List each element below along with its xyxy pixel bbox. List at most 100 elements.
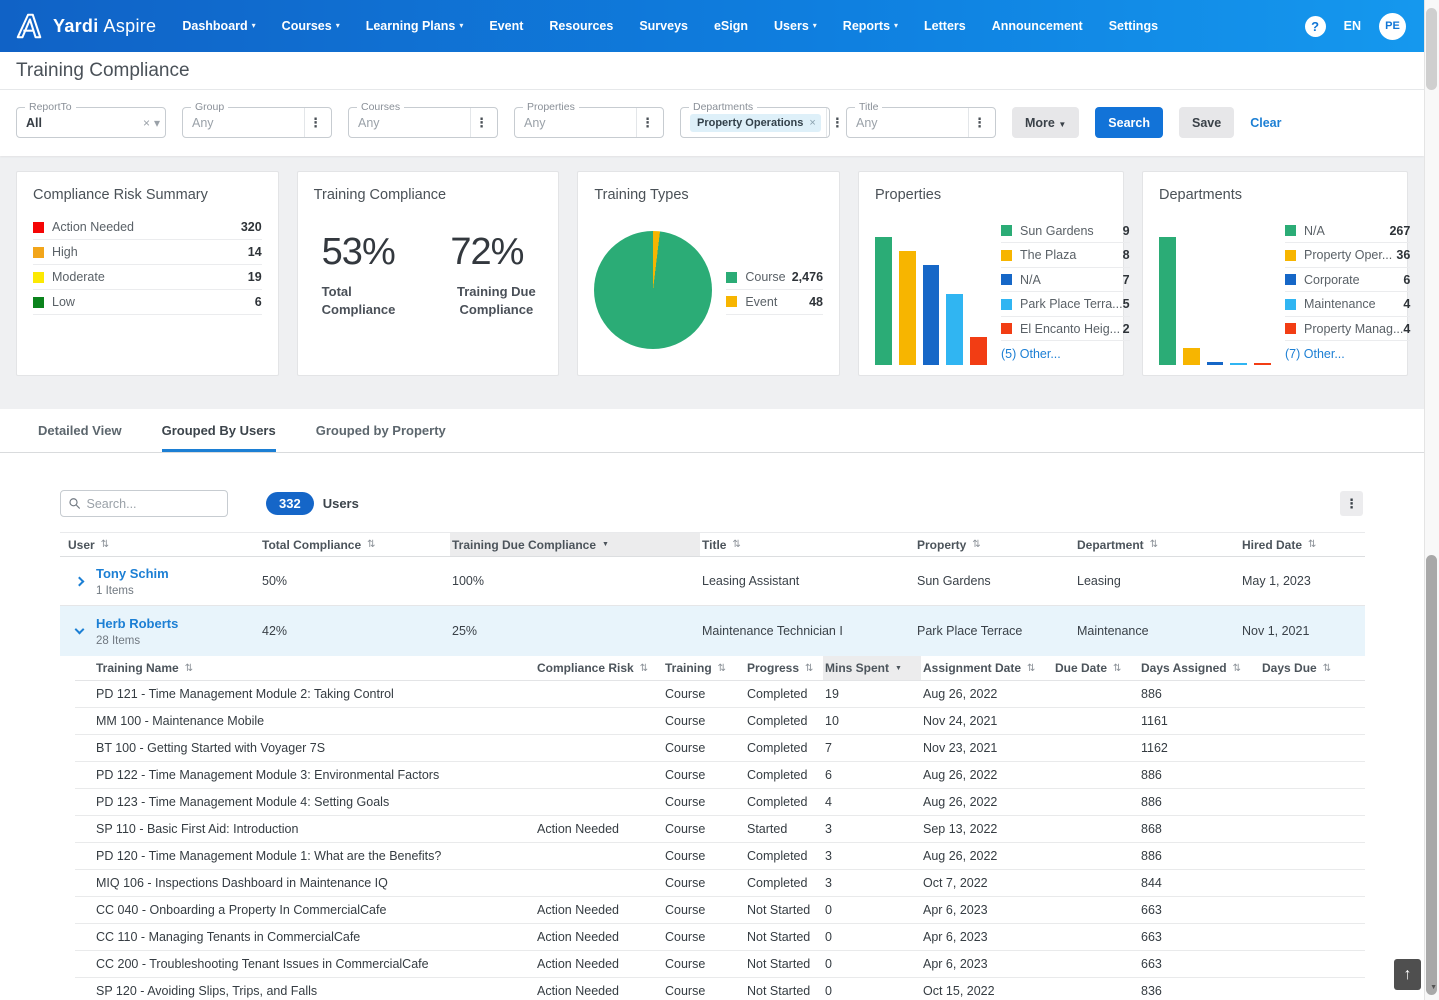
training-name-cell: PD 121 - Time Management Module 2: Takin… (75, 687, 535, 701)
column-header-days-due[interactable]: Days Due⇅ (1260, 656, 1365, 680)
save-button[interactable]: Save (1179, 107, 1234, 138)
user-link[interactable]: Herb Roberts (96, 616, 178, 631)
nav-item-event[interactable]: Event (489, 19, 523, 33)
column-header-compliance-risk[interactable]: Compliance Risk⇅ (535, 656, 663, 680)
column-header-due-date[interactable]: Due Date⇅ (1053, 656, 1139, 680)
nav-item-esign[interactable]: eSign (714, 19, 748, 33)
column-header-training-name[interactable]: Training Name⇅ (75, 656, 535, 680)
column-header-training[interactable]: Training⇅ (663, 656, 745, 680)
filter-field-group[interactable]: GroupAny⋮ (182, 107, 332, 138)
training-type-cell: Course (663, 795, 745, 809)
field-label: Courses (357, 101, 404, 113)
nav-item-users[interactable]: Users▾ (774, 19, 817, 33)
avatar[interactable]: PE (1379, 13, 1406, 40)
column-header-training-due-compliance[interactable]: Training Due Compliance▼ (450, 533, 700, 556)
expand-chevron-icon[interactable] (76, 578, 96, 585)
table-options-kebab-icon[interactable]: ⋮ (1340, 491, 1363, 516)
avatar-initials: PE (1385, 20, 1400, 32)
clear-button[interactable]: Clear (1250, 116, 1281, 130)
nav-item-settings[interactable]: Settings (1109, 19, 1158, 33)
scrollbar-track[interactable]: ▼ (1424, 0, 1439, 1000)
nav-item-reports[interactable]: Reports▾ (843, 19, 898, 33)
kebab-icon[interactable]: ⋮ (968, 108, 990, 137)
column-label: Compliance Risk (537, 661, 634, 675)
table-search[interactable] (60, 490, 228, 517)
progress-cell: Completed (745, 714, 823, 728)
column-header-property[interactable]: Property⇅ (915, 533, 1075, 556)
column-header-progress[interactable]: Progress⇅ (745, 656, 823, 680)
filter-field-courses[interactable]: CoursesAny⋮ (348, 107, 498, 138)
tab-detailed-view[interactable]: Detailed View (38, 423, 122, 452)
kebab-icon[interactable]: ⋮ (470, 108, 492, 137)
column-header-title[interactable]: Title⇅ (700, 533, 915, 556)
language-selector[interactable]: EN (1344, 19, 1361, 33)
user-name-block: Tony Schim1 Items (96, 566, 169, 597)
properties-bar-chart (875, 232, 987, 365)
filter-field-departments[interactable]: DepartmentsProperty Operations×⋮ (680, 107, 830, 138)
risk-label: Moderate (52, 270, 248, 284)
nav-item-announcement[interactable]: Announcement (992, 19, 1083, 33)
nav-item-letters[interactable]: Letters (924, 19, 966, 33)
risk-row-action-needed: Action Needed320 (33, 215, 262, 240)
scrollbar-down-arrow-icon[interactable]: ▼ (1430, 984, 1437, 991)
column-header-department[interactable]: Department⇅ (1075, 533, 1240, 556)
user-hired-date-cell: Nov 1, 2021 (1240, 624, 1365, 638)
caret-down-icon[interactable]: ▾ (154, 116, 160, 130)
results-panel: Detailed View Grouped By Users Grouped by … (0, 409, 1424, 1000)
sort-icon: ⇅ (972, 539, 980, 550)
legend-value: 6 (1403, 273, 1410, 287)
search-input[interactable] (86, 497, 219, 511)
filter-chip[interactable]: Property Operations× (690, 114, 821, 132)
kebab-icon[interactable]: ⋮ (636, 108, 658, 137)
collapse-chevron-icon[interactable] (76, 629, 96, 633)
kebab-icon[interactable]: ⋮ (826, 108, 848, 137)
scrollbar-thumb-top[interactable] (1426, 8, 1437, 90)
search-button[interactable]: Search (1095, 107, 1163, 138)
brand[interactable]: YardiAspire (14, 11, 156, 41)
filter-field-title[interactable]: TitleAny⋮ (846, 107, 996, 138)
column-header-assignment-date[interactable]: Assignment Date⇅ (921, 656, 1053, 680)
nav-item-dashboard[interactable]: Dashboard▾ (182, 19, 255, 33)
legend-row-sun-gardens: Sun Gardens9 (1001, 219, 1130, 244)
properties-other-link[interactable]: (5) Other... (1001, 347, 1130, 361)
nav-item-courses[interactable]: Courses▾ (282, 19, 340, 33)
kebab-icon[interactable]: ⋮ (304, 108, 326, 137)
user-link[interactable]: Tony Schim (96, 566, 169, 581)
tab-grouped-by-property[interactable]: Grouped by Property (316, 423, 446, 452)
column-header-hired-date[interactable]: Hired Date⇅ (1240, 533, 1365, 556)
column-header-mins-spent[interactable]: Mins Spent▼ (823, 656, 921, 680)
filter-fields: ReportToAll×▾GroupAny⋮CoursesAny⋮Propert… (16, 107, 996, 138)
user-title-cell: Leasing Assistant (700, 574, 915, 588)
training-name-cell: CC 110 - Managing Tenants in CommercialC… (75, 930, 535, 944)
caret-down-icon: ▾ (813, 22, 817, 30)
mins-spent-cell: 0 (823, 930, 921, 944)
column-header-total-compliance[interactable]: Total Compliance⇅ (260, 533, 450, 556)
column-header-user[interactable]: User⇅ (60, 533, 260, 556)
training-name-cell: SP 120 - Avoiding Slips, Trips, and Fall… (75, 984, 535, 998)
nav-right: ? EN PE (1305, 13, 1406, 40)
title-bar: Training Compliance (0, 52, 1424, 90)
scrollbar-thumb[interactable] (1426, 555, 1437, 995)
nav-item-learning-plans[interactable]: Learning Plans▾ (366, 19, 464, 33)
more-filters-button[interactable]: More ▼ (1012, 107, 1079, 138)
help-icon[interactable]: ? (1305, 16, 1326, 37)
card-title: Properties (875, 187, 1107, 203)
mins-spent-cell: 0 (823, 957, 921, 971)
progress-cell: Completed (745, 795, 823, 809)
mins-spent-cell: 0 (823, 903, 921, 917)
legend-row-corporate: Corporate6 (1285, 268, 1410, 293)
clear-icon[interactable]: × (143, 116, 150, 130)
caret-down-icon: ▾ (252, 22, 256, 30)
tab-grouped-by-users[interactable]: Grouped By Users (162, 423, 276, 452)
chip-remove-icon[interactable]: × (809, 117, 815, 129)
filter-field-properties[interactable]: PropertiesAny⋮ (514, 107, 664, 138)
user-hired-date-cell: May 1, 2023 (1240, 574, 1365, 588)
scroll-to-top-button[interactable]: ↑ (1394, 959, 1421, 990)
nav-item-resources[interactable]: Resources (549, 19, 613, 33)
nav-item-surveys[interactable]: Surveys (639, 19, 688, 33)
column-header-days-assigned[interactable]: Days Assigned⇅ (1139, 656, 1260, 680)
sort-icon: ⇅ (732, 539, 740, 550)
departments-other-link[interactable]: (7) Other... (1285, 347, 1410, 361)
filter-field-reportto[interactable]: ReportToAll×▾ (16, 107, 166, 138)
progress-cell: Completed (745, 876, 823, 890)
